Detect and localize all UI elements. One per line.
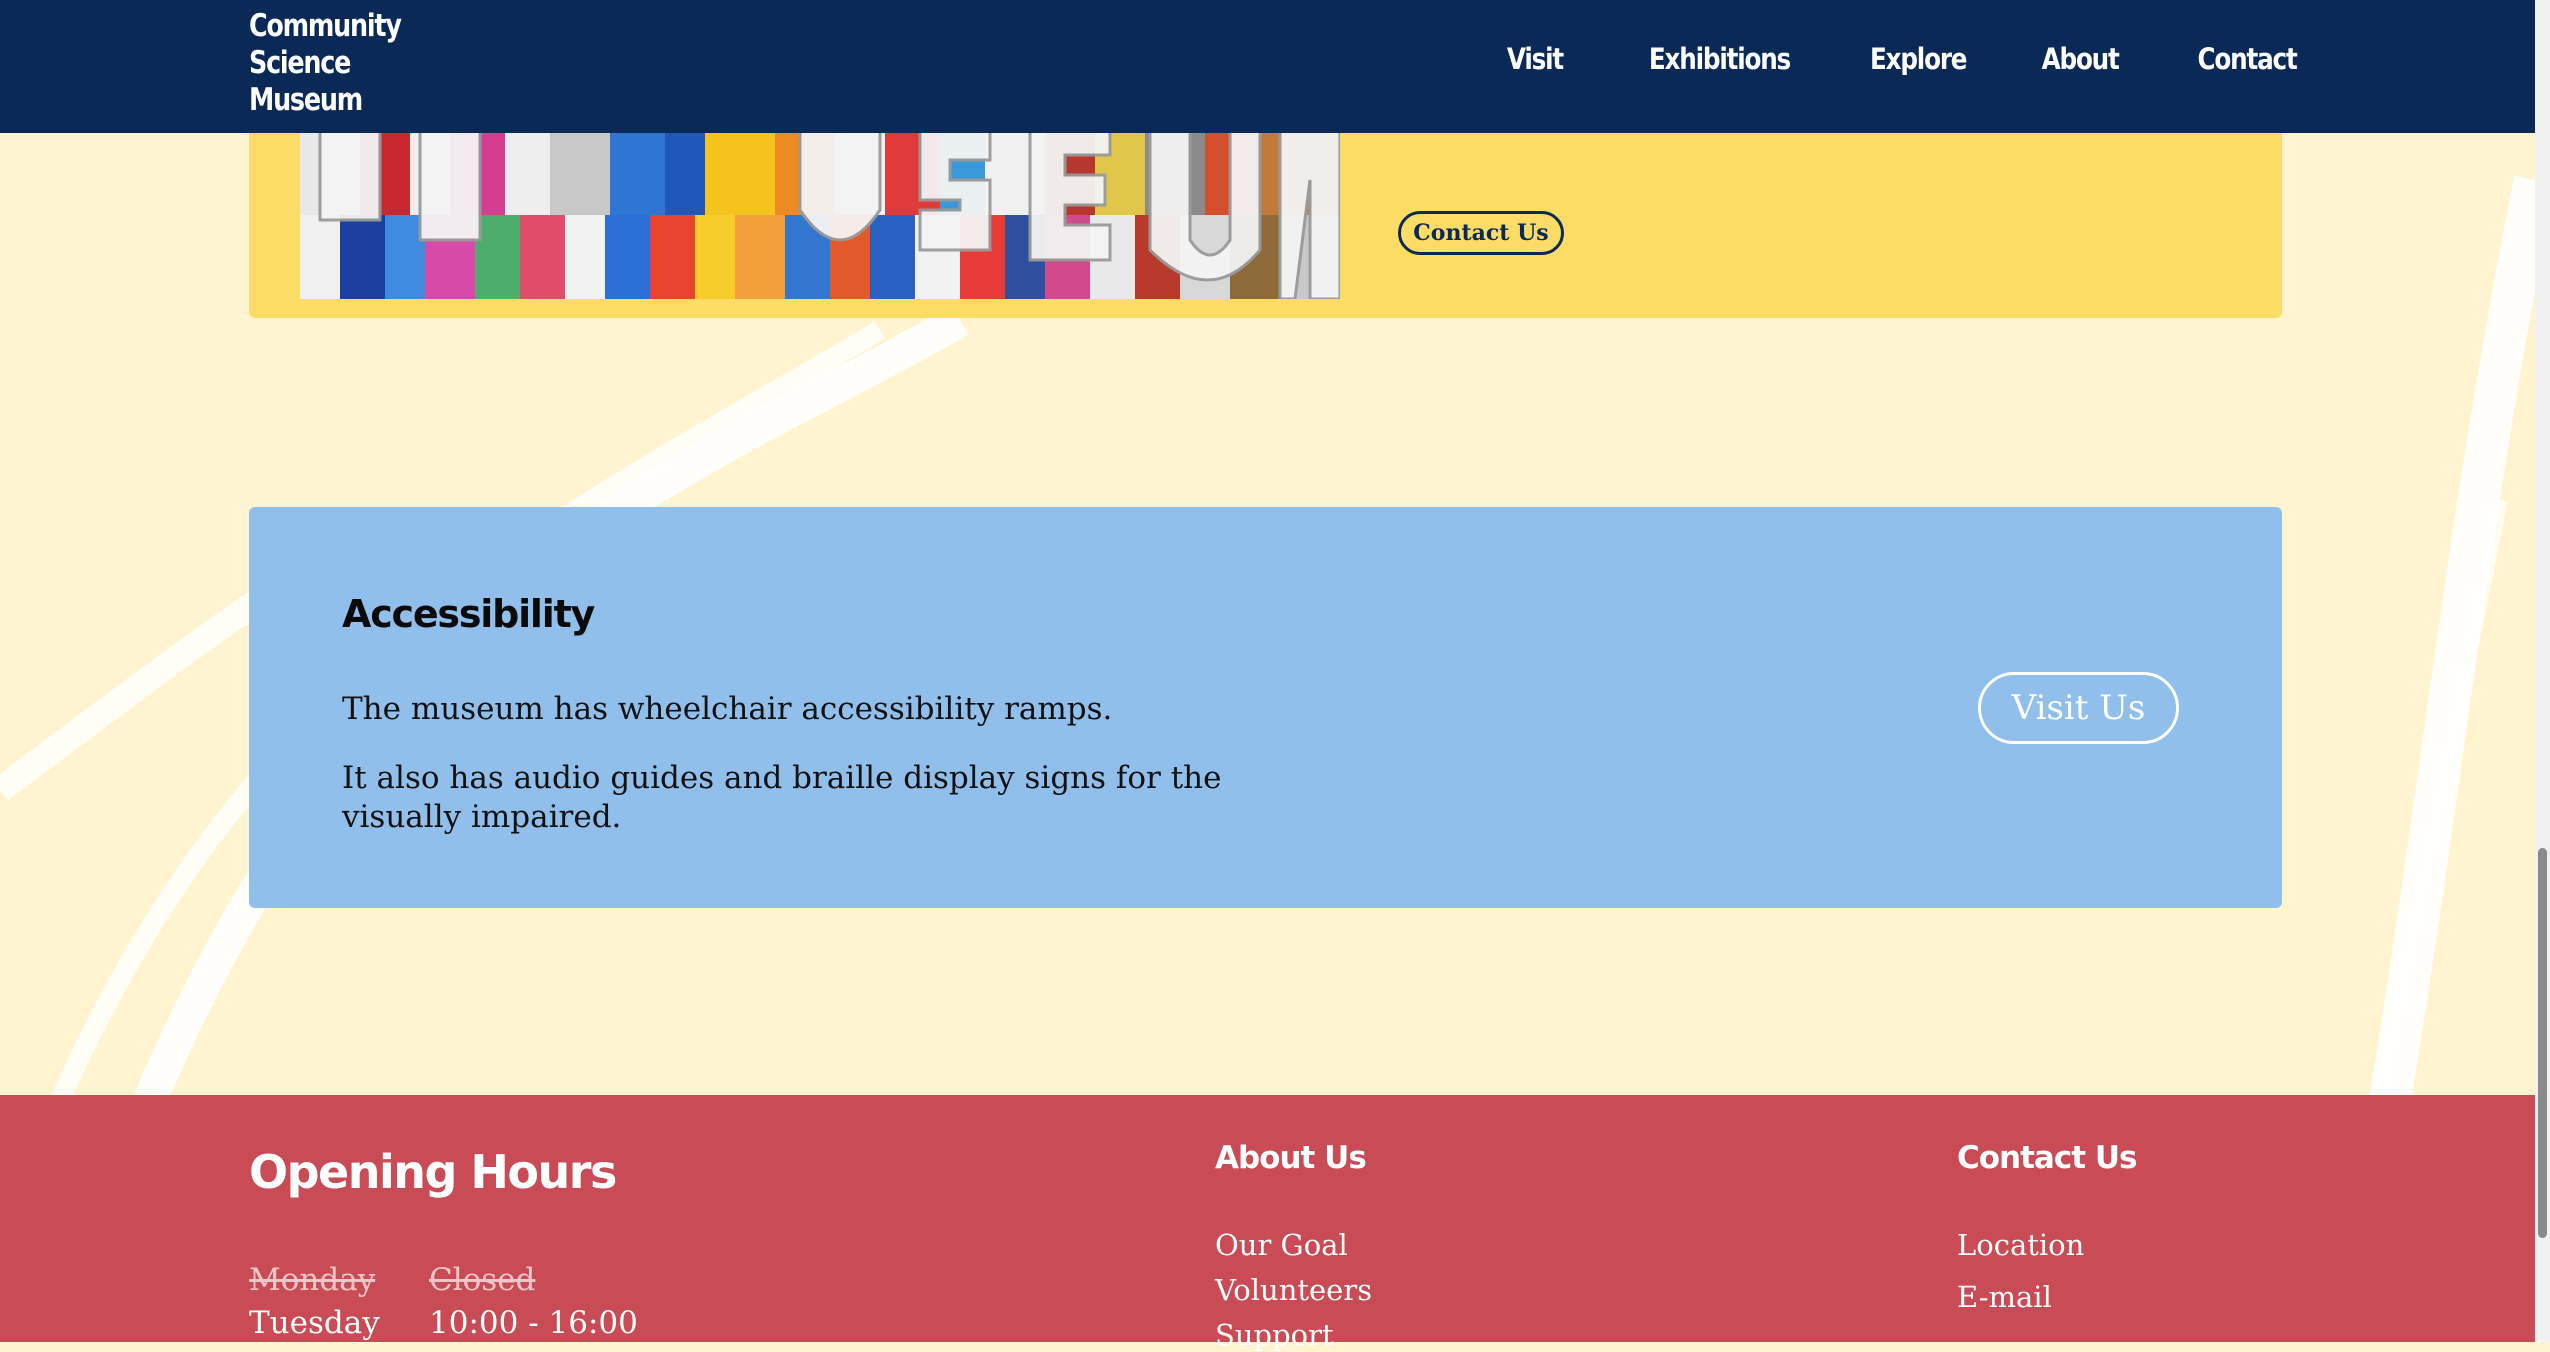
- accessibility-paragraph-1: The museum has wheelchair accessibility …: [342, 691, 1113, 727]
- accessibility-title: Accessibility: [342, 592, 595, 636]
- accessibility-card: Accessibility The museum has wheelchair …: [249, 507, 2282, 908]
- nav-visit[interactable]: Visit: [1506, 42, 1563, 76]
- page-scrollbar[interactable]: [2535, 0, 2550, 1342]
- footer-link-our-goal[interactable]: Our Goal: [1215, 1228, 1348, 1262]
- main-nav: Visit Exhibitions Explore About Contact: [1435, 42, 2298, 76]
- footer-link-support[interactable]: Support: [1215, 1318, 1334, 1352]
- nav-contact[interactable]: Contact: [2198, 42, 2298, 76]
- footer-link-volunteers[interactable]: Volunteers: [1215, 1273, 1372, 1307]
- contact-us-button[interactable]: Contact Us: [1398, 211, 1564, 255]
- logo-line-1: Community: [249, 8, 402, 44]
- opening-hours-title: Opening Hours: [249, 1145, 617, 1199]
- about-us-title: About Us: [1215, 1140, 1367, 1176]
- contact-us-title: Contact Us: [1957, 1140, 2137, 1176]
- logo-line-2: Science: [249, 45, 351, 81]
- hours-time: Closed: [429, 1262, 536, 1298]
- visit-us-button[interactable]: Visit Us: [1978, 672, 2179, 744]
- nav-about[interactable]: About: [2041, 42, 2119, 76]
- site-header: Community Science Museum Visit Exhibitio…: [0, 0, 2535, 133]
- scrollbar-thumb[interactable]: [2538, 848, 2547, 1238]
- hours-day: Tuesday: [249, 1305, 380, 1341]
- site-logo[interactable]: Community Science Museum: [249, 8, 434, 119]
- hours-day: Monday: [249, 1262, 376, 1298]
- footer-link-location[interactable]: Location: [1957, 1228, 2084, 1262]
- museum-sign-image: [300, 120, 1340, 299]
- footer-link-email[interactable]: E-mail: [1957, 1280, 2052, 1314]
- site-footer: Opening Hours Monday Closed Tuesday 10:0…: [0, 1095, 2535, 1352]
- accessibility-paragraph-2: It also has audio guides and braille dis…: [342, 760, 1222, 835]
- hours-time: 10:00 - 16:00: [429, 1305, 638, 1341]
- nav-exhibitions[interactable]: Exhibitions: [1649, 42, 1791, 76]
- nav-explore[interactable]: Explore: [1869, 42, 1967, 76]
- logo-line-3: Museum: [249, 82, 363, 118]
